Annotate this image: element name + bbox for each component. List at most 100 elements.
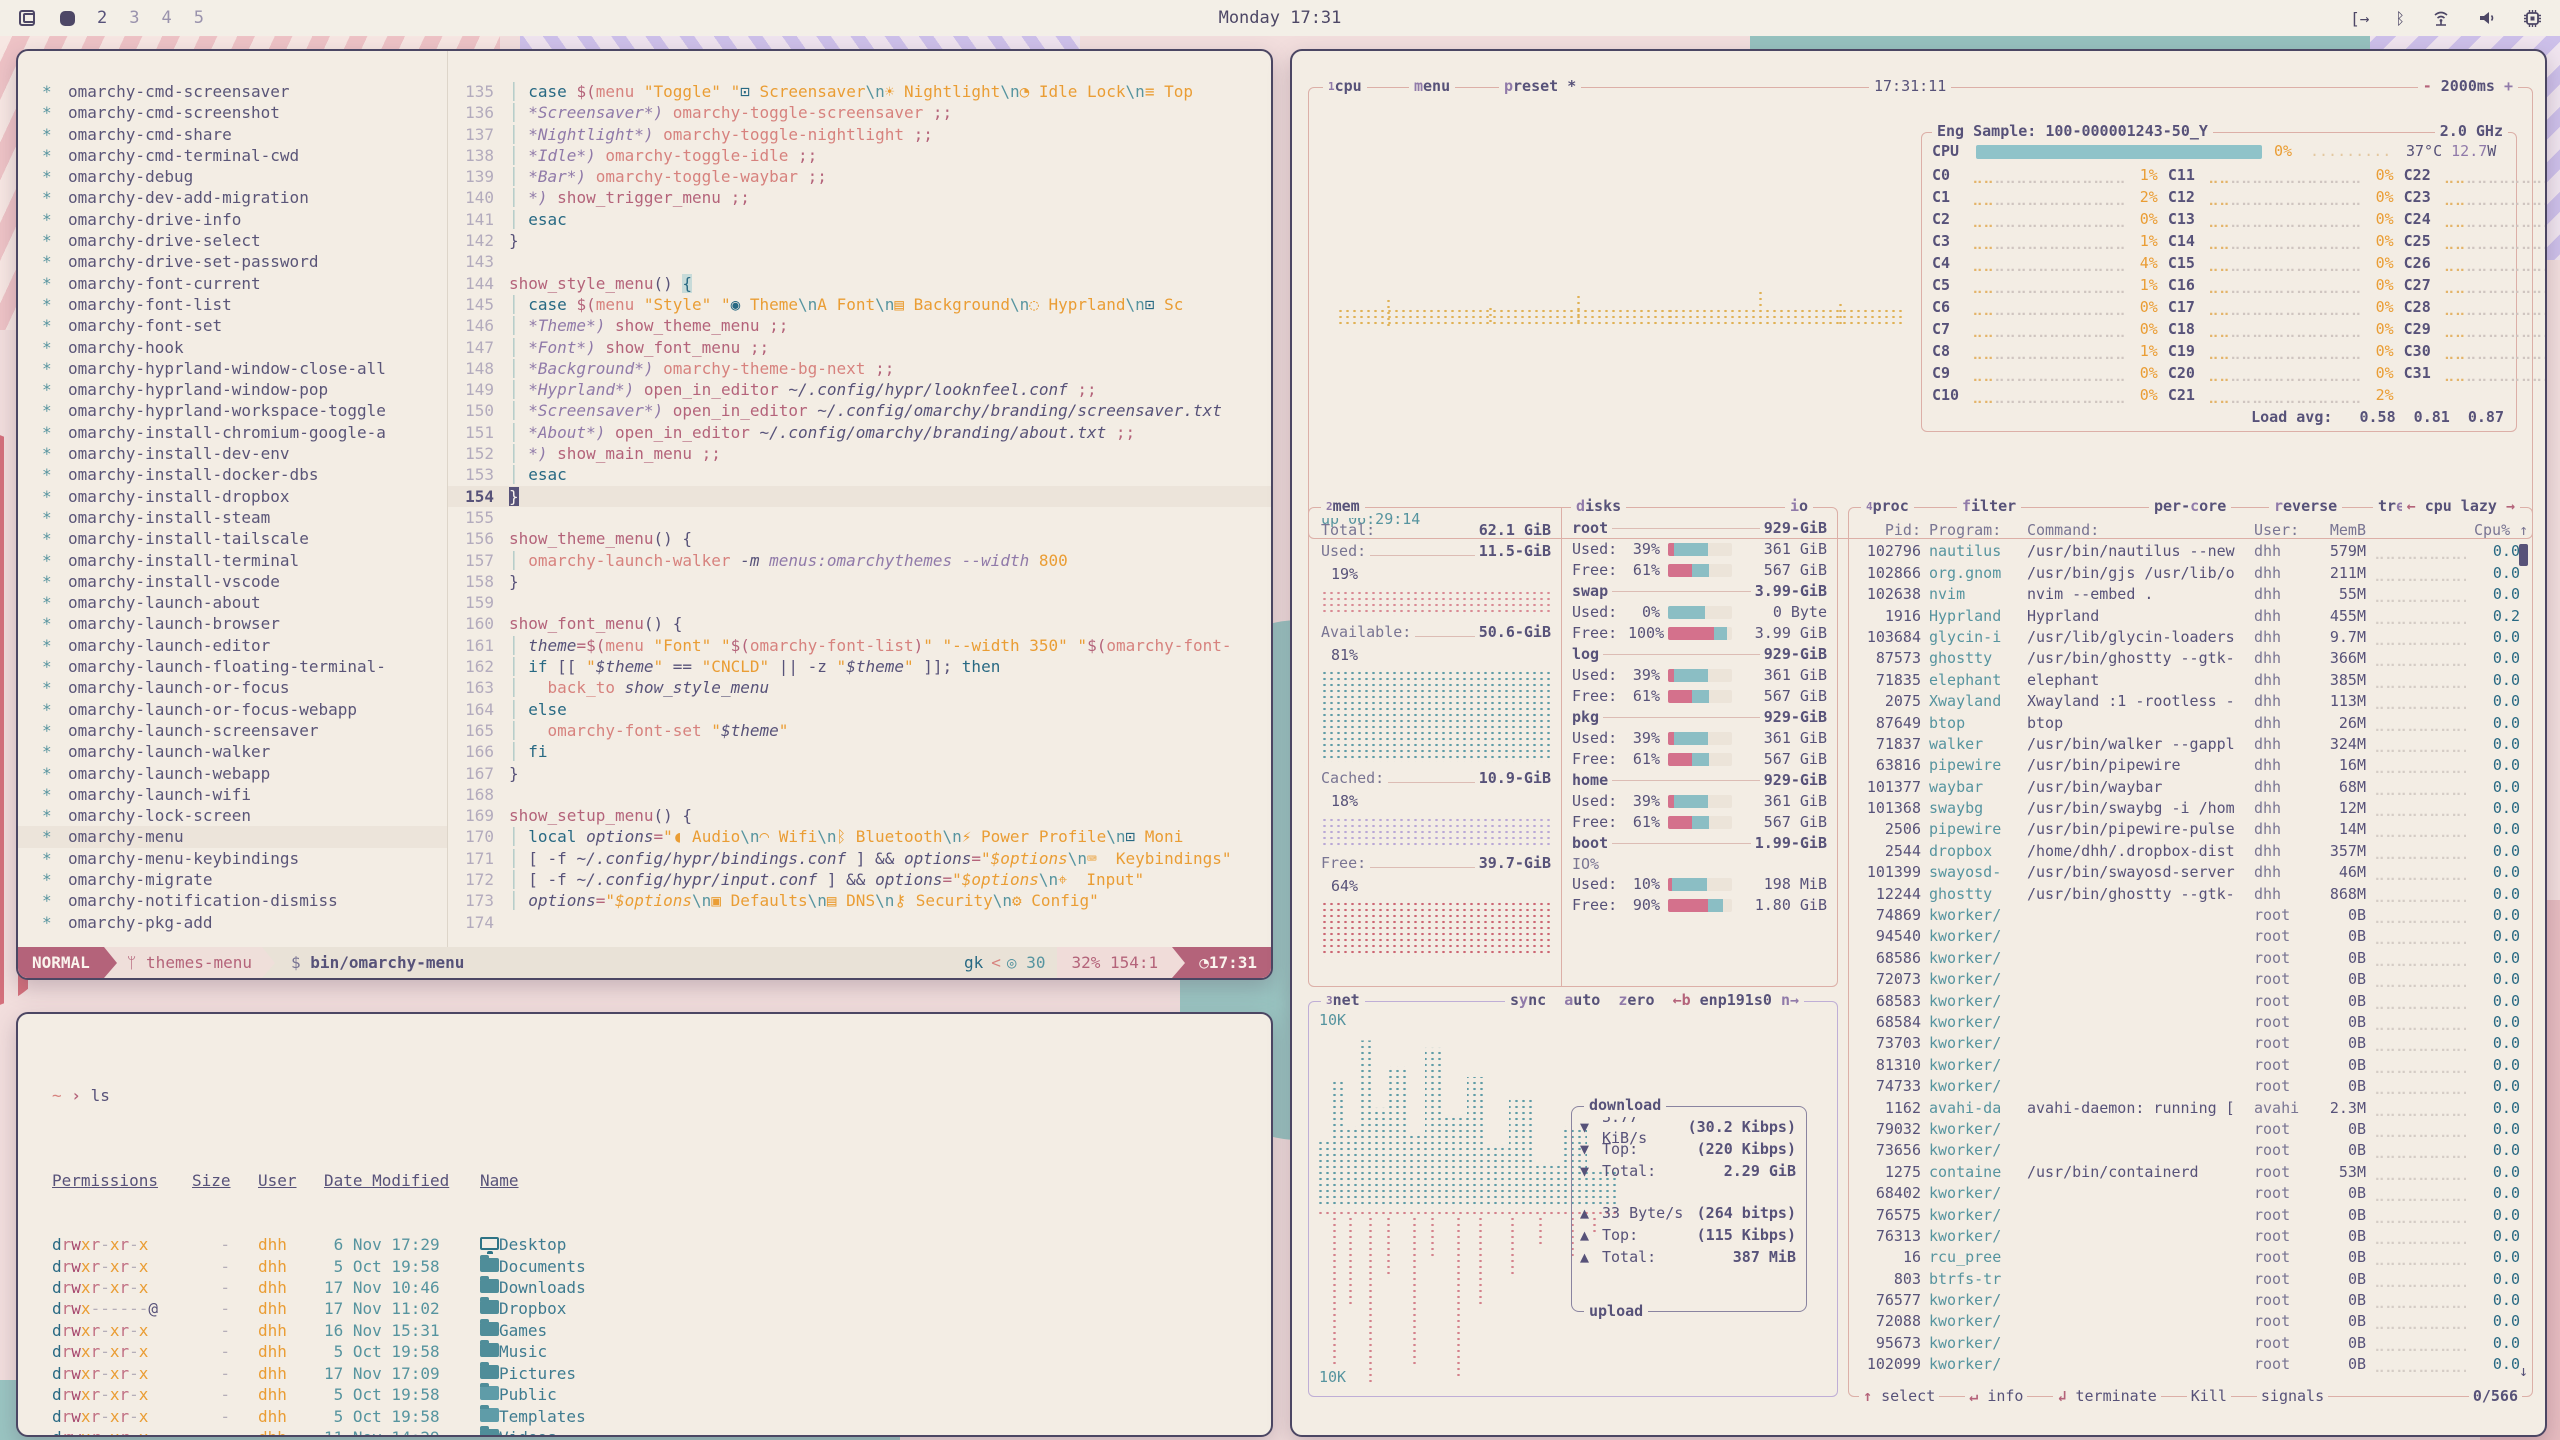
code-line[interactable]: 149│ *Hyprland*) open_in_editor ~/.confi… [448,379,1271,400]
proc-scrollbar-thumb[interactable] [2519,544,2528,566]
code-line[interactable]: 158} [448,571,1271,592]
code-line[interactable]: 153│ esac [448,464,1271,485]
code-line[interactable]: 155 [448,507,1271,528]
file-row[interactable]: drwxr-xr-x-dhh 5 Oct 19:58Templates [52,1406,1271,1427]
code-line[interactable]: 163│ back_to show_style_menu [448,677,1271,698]
file-row[interactable]: drwxr-xr-x-dhh 6 Nov 17:29Desktop [52,1234,1271,1255]
process-row[interactable]: 94540kworker/root0B⣀⣀⣀⣀⣀⣀⣀⣀⣀0.0 [1849,926,2532,947]
process-row[interactable]: 103684glycin-i/usr/lib/glycin-loadersdhh… [1849,627,2532,648]
process-row[interactable]: 68402kworker/root0B⣀⣀⣀⣀⣀⣀⣀⣀⣀0.0 [1849,1183,2532,1204]
process-row[interactable]: 803btrfs-trroot0B⣀⣀⣀⣀⣀⣀⣀⣀⣀0.0 [1849,1269,2532,1290]
code-line[interactable]: 137│ *Nightlight*) omarchy-toggle-nightl… [448,124,1271,145]
file-row[interactable]: drwxr-xr-x-dhh17 Nov 10:46Downloads [52,1277,1271,1298]
workspace-5[interactable]: 5 [194,8,204,28]
sidebar-item[interactable]: *omarchy-launch-screensaver [42,720,447,741]
code-line[interactable]: 171│ [ -f ~/.config/hypr/bindings.conf ]… [448,848,1271,869]
sidebar-item[interactable]: *omarchy-drive-set-password [42,251,447,272]
process-row[interactable]: 2544dropbox/home/dhh/.dropbox-distdhh357… [1849,841,2532,862]
process-row[interactable]: 74869kworker/root0B⣀⣀⣀⣀⣀⣀⣀⣀⣀0.0 [1849,905,2532,926]
sidebar-item[interactable]: *omarchy-install-terminal [42,550,447,571]
chip-icon[interactable] [2523,9,2542,28]
sidebar-item[interactable]: *omarchy-launch-editor [42,635,447,656]
code-line[interactable]: 145│ case $(menu "Style" "◉ Theme\nA Fon… [448,294,1271,315]
sidebar-item[interactable]: *omarchy-font-list [42,294,447,315]
code-line[interactable]: 144show_style_menu() { [448,273,1271,294]
sidebar-item[interactable]: *omarchy-migrate [42,869,447,890]
process-row[interactable]: 102866org.gnom/usr/bin/gjs /usr/lib/odhh… [1849,563,2532,584]
workspace-3[interactable]: 3 [129,8,139,28]
code-line[interactable]: 156show_theme_menu() { [448,528,1271,549]
process-row[interactable]: 101399swayosd-/usr/bin/swayosd-serverdhh… [1849,862,2532,883]
process-row[interactable]: 68583kworker/root0B⣀⣀⣀⣀⣀⣀⣀⣀⣀0.0 [1849,991,2532,1012]
sidebar-item[interactable]: *omarchy-pkg-add [42,912,447,933]
code-line[interactable]: 141│ esac [448,209,1271,230]
proc-panel-title[interactable]: 4proc [1861,496,1914,518]
terminal-output[interactable]: ~ › ls PermissionsSizeUserDate ModifiedN… [18,1014,1271,1437]
file-row[interactable]: drwxr-xr-x-dhh17 Nov 17:09Pictures [52,1363,1271,1384]
sidebar-item[interactable]: *omarchy-notification-dismiss [42,890,447,911]
file-row[interactable]: drwxr-xr-x-dhh 5 Oct 19:58Music [52,1341,1271,1362]
code-line[interactable]: 164│ else [448,699,1271,720]
process-row[interactable]: 72073kworker/root0B⣀⣀⣀⣀⣀⣀⣀⣀⣀0.0 [1849,969,2532,990]
process-row[interactable]: 87573ghostty/usr/bin/ghostty --gtk-dhh36… [1849,648,2532,669]
sidebar-item[interactable]: *omarchy-launch-about [42,592,447,613]
sidebar-item[interactable]: *omarchy-menu [18,826,447,847]
workspace-active-indicator[interactable] [60,11,75,26]
code-line[interactable]: 148│ *Background*) omarchy-theme-bg-next… [448,358,1271,379]
process-row[interactable]: 102638nvimnvim --embed .dhh55M⣀⣀⣀⣀⣀⣀⣀⣀⣀0… [1849,584,2532,605]
sidebar-item[interactable]: *omarchy-hyprland-window-close-all [42,358,447,379]
filter-tab[interactable]: filter [1957,496,2021,518]
proc-footer-terminate[interactable]: ↲ terminate [2053,1386,2160,1408]
code-line[interactable]: 151│ *About*) open_in_editor ~/.config/o… [448,422,1271,443]
process-row[interactable]: 73656kworker/root0B⣀⣀⣀⣀⣀⣀⣀⣀⣀0.0 [1849,1140,2532,1161]
sidebar-item[interactable]: *omarchy-hyprland-workspace-toggle [42,400,447,421]
code-line[interactable]: 174 [448,912,1271,933]
volume-icon[interactable] [2477,9,2497,27]
proc-footer-info[interactable]: ↵ info [1965,1386,2027,1408]
code-line[interactable]: 162│ if [[ "$theme" == "CNCLD" || -z "$t… [448,656,1271,677]
process-row[interactable]: 74733kworker/root0B⣀⣀⣀⣀⣀⣀⣀⣀⣀0.0 [1849,1076,2532,1097]
sidebar-item[interactable]: *omarchy-lock-screen [42,805,447,826]
code-line[interactable]: 152│ *) show_main_menu ;; [448,443,1271,464]
sidebar-item[interactable]: *omarchy-menu-keybindings [42,848,447,869]
sidebar-item[interactable]: *omarchy-drive-info [42,209,447,230]
windows-overview-icon[interactable] [18,8,38,28]
reverse-tab[interactable]: reverse [2269,496,2342,518]
net-panel-title[interactable]: 3net [1321,990,1365,1012]
sidebar-item[interactable]: *omarchy-launch-walker [42,741,447,762]
sidebar-item[interactable]: *omarchy-launch-floating-terminal- [42,656,447,677]
sidebar-item[interactable]: *omarchy-dev-add-migration [42,187,447,208]
file-row[interactable]: drwxr-xr-x-dhh16 Nov 15:31Games [52,1320,1271,1341]
code-line[interactable]: 136│ *Screensaver*) omarchy-toggle-scree… [448,102,1271,123]
code-line[interactable]: 159 [448,592,1271,613]
file-row[interactable]: drwxr-xr-x-dhh 5 Oct 19:58Documents [52,1256,1271,1277]
proc-footer-signals[interactable]: signals [2257,1386,2328,1408]
code-line[interactable]: 157│ omarchy-launch-walker -m menus:omar… [448,550,1271,571]
code-line[interactable]: 140│ *) show_trigger_menu ;; [448,187,1271,208]
process-row[interactable]: 101377waybar/usr/bin/waybardhh68M⣀⣀⣀⣀⣀⣀⣀… [1849,777,2532,798]
code-line[interactable]: 161│ theme=$(menu "Font" "$(omarchy-font… [448,635,1271,656]
code-line[interactable]: 160show_font_menu() { [448,613,1271,634]
code-line[interactable]: 167} [448,763,1271,784]
sidebar-item[interactable]: *omarchy-cmd-screensaver [42,81,447,102]
workspace-2[interactable]: 2 [97,8,107,28]
sidebar-item[interactable]: *omarchy-install-chromium-google-a [42,422,447,443]
code-line[interactable]: 170│ local options="◖ Audio\n◠ Wifi\nᛒ B… [448,826,1271,847]
sidebar-item[interactable]: *omarchy-cmd-screenshot [42,102,447,123]
process-row[interactable]: 102796nautilus/usr/bin/nautilus --newdhh… [1849,541,2532,562]
code-line[interactable]: 166│ fi [448,741,1271,762]
process-row[interactable]: 2075XwaylandXwayland :1 -rootless -dhh11… [1849,691,2532,712]
process-list[interactable]: 102796nautilus/usr/bin/nautilus --newdhh… [1849,541,2532,1375]
sidebar-item[interactable]: *omarchy-launch-or-focus-webapp [42,699,447,720]
sidebar-item[interactable]: *omarchy-launch-wifi [42,784,447,805]
sidebar-item[interactable]: *omarchy-launch-webapp [42,763,447,784]
sidebar-item[interactable]: *omarchy-install-dev-env [42,443,447,464]
process-row[interactable]: 76575kworker/root0B⣀⣀⣀⣀⣀⣀⣀⣀⣀0.0 [1849,1205,2532,1226]
code-line[interactable]: 135│ case $(menu "Toggle" "⊡ Screensaver… [448,81,1271,102]
code-line[interactable]: 169show_setup_menu() { [448,805,1271,826]
git-branch[interactable]: ᛘ themes-menu [117,947,262,978]
net-tabs[interactable]: sync auto zero ←b enp191s0 n→ [1505,990,1804,1012]
code-line[interactable]: 154} [448,486,1271,507]
sidebar-item[interactable]: *omarchy-launch-or-focus [42,677,447,698]
sidebar-item[interactable]: *omarchy-hyprland-window-pop [42,379,447,400]
